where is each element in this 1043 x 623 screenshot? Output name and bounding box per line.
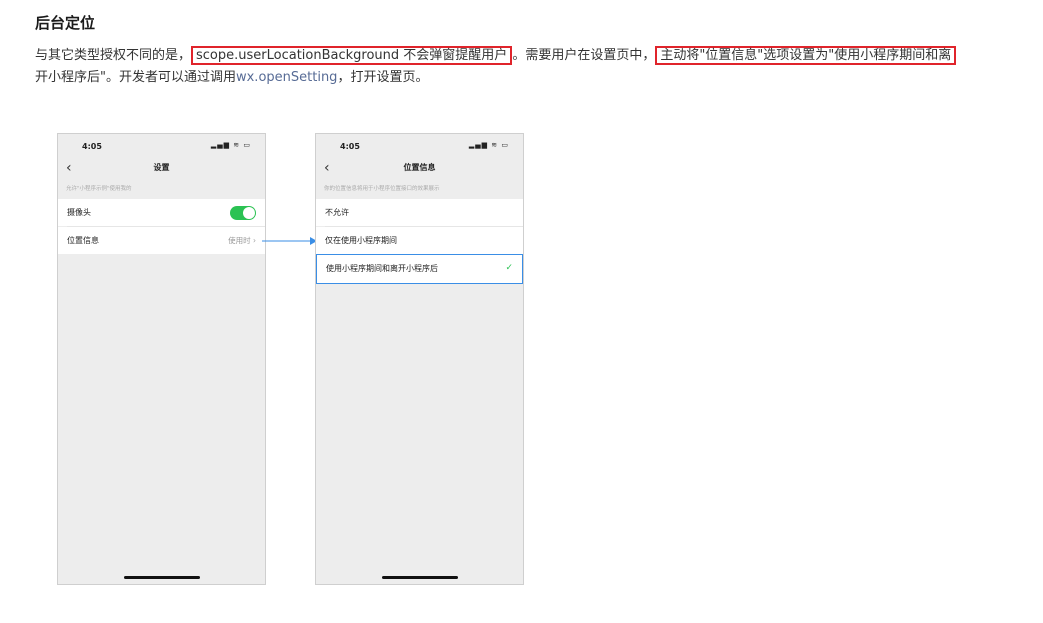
home-indicator [124,576,200,579]
home-indicator [382,576,458,579]
nav-title: 位置信息 [403,163,436,172]
camera-label: 摄像头 [67,208,91,217]
location-row[interactable]: 位置信息 使用时 › [58,227,265,254]
arrow-icon [262,237,317,245]
status-time: 4:05 [82,142,102,151]
phone-settings-screen: 4:05 ▂▄▆ ≋ ▭ ‹ 设置 允许"小程序示例"使用我的 摄像头 位置信息… [57,133,266,585]
checkmark-icon: ✓ [505,263,513,273]
option-while-using[interactable]: 仅在使用小程序期间 [316,227,523,254]
highlight-setting: 主动将"位置信息"选项设置为"使用小程序期间和离 [655,46,957,65]
toggle-knob [243,207,255,219]
signal-wifi-battery-icon: ▂▄▆ ≋ ▭ [468,141,509,149]
location-value: 使用时 › [228,236,256,245]
para-text-3: 开小程序后"。开发者可以通过调用 [35,70,236,85]
status-bar: 4:05 ▂▄▆ ≋ ▭ [58,134,265,154]
para-text-1: 与其它类型授权不同的是， [35,48,192,63]
option-label: 使用小程序期间和离开小程序后 [326,264,438,273]
highlight-scope: scope.userLocationBackground 不会弹窗提醒用户 [191,46,513,65]
para-text-4: ，打开设置页。 [337,70,429,85]
para-text-2: 。需要用户在设置页中， [512,48,656,63]
option-always[interactable]: 使用小程序期间和离开小程序后 ✓ [316,254,523,284]
section-title: 后台定位 [35,14,96,32]
settings-hint: 允许"小程序示例"使用我的 [66,186,132,192]
location-hint: 你的位置信息将用于小程序位置接口的效果展示 [324,186,440,192]
option-label: 仅在使用小程序期间 [325,236,397,245]
phone-location-screen: 4:05 ▂▄▆ ≋ ▭ ‹ 位置信息 你的位置信息将用于小程序位置接口的效果展… [315,133,524,585]
option-label: 不允许 [325,208,349,217]
option-deny[interactable]: 不允许 [316,199,523,226]
nav-bar: ‹ 设置 [58,156,265,180]
opensetting-link[interactable]: wx.openSetting [236,70,337,85]
camera-toggle[interactable] [230,206,256,220]
status-time: 4:05 [340,142,360,151]
camera-row[interactable]: 摄像头 [58,199,265,226]
status-bar: 4:05 ▂▄▆ ≋ ▭ [316,134,523,154]
location-label: 位置信息 [67,236,99,245]
nav-bar: ‹ 位置信息 [316,156,523,180]
description-paragraph: 与其它类型授权不同的是， scope.userLocationBackground… [35,45,1035,89]
signal-wifi-battery-icon: ▂▄▆ ≋ ▭ [210,141,251,149]
nav-title: 设置 [153,163,170,172]
